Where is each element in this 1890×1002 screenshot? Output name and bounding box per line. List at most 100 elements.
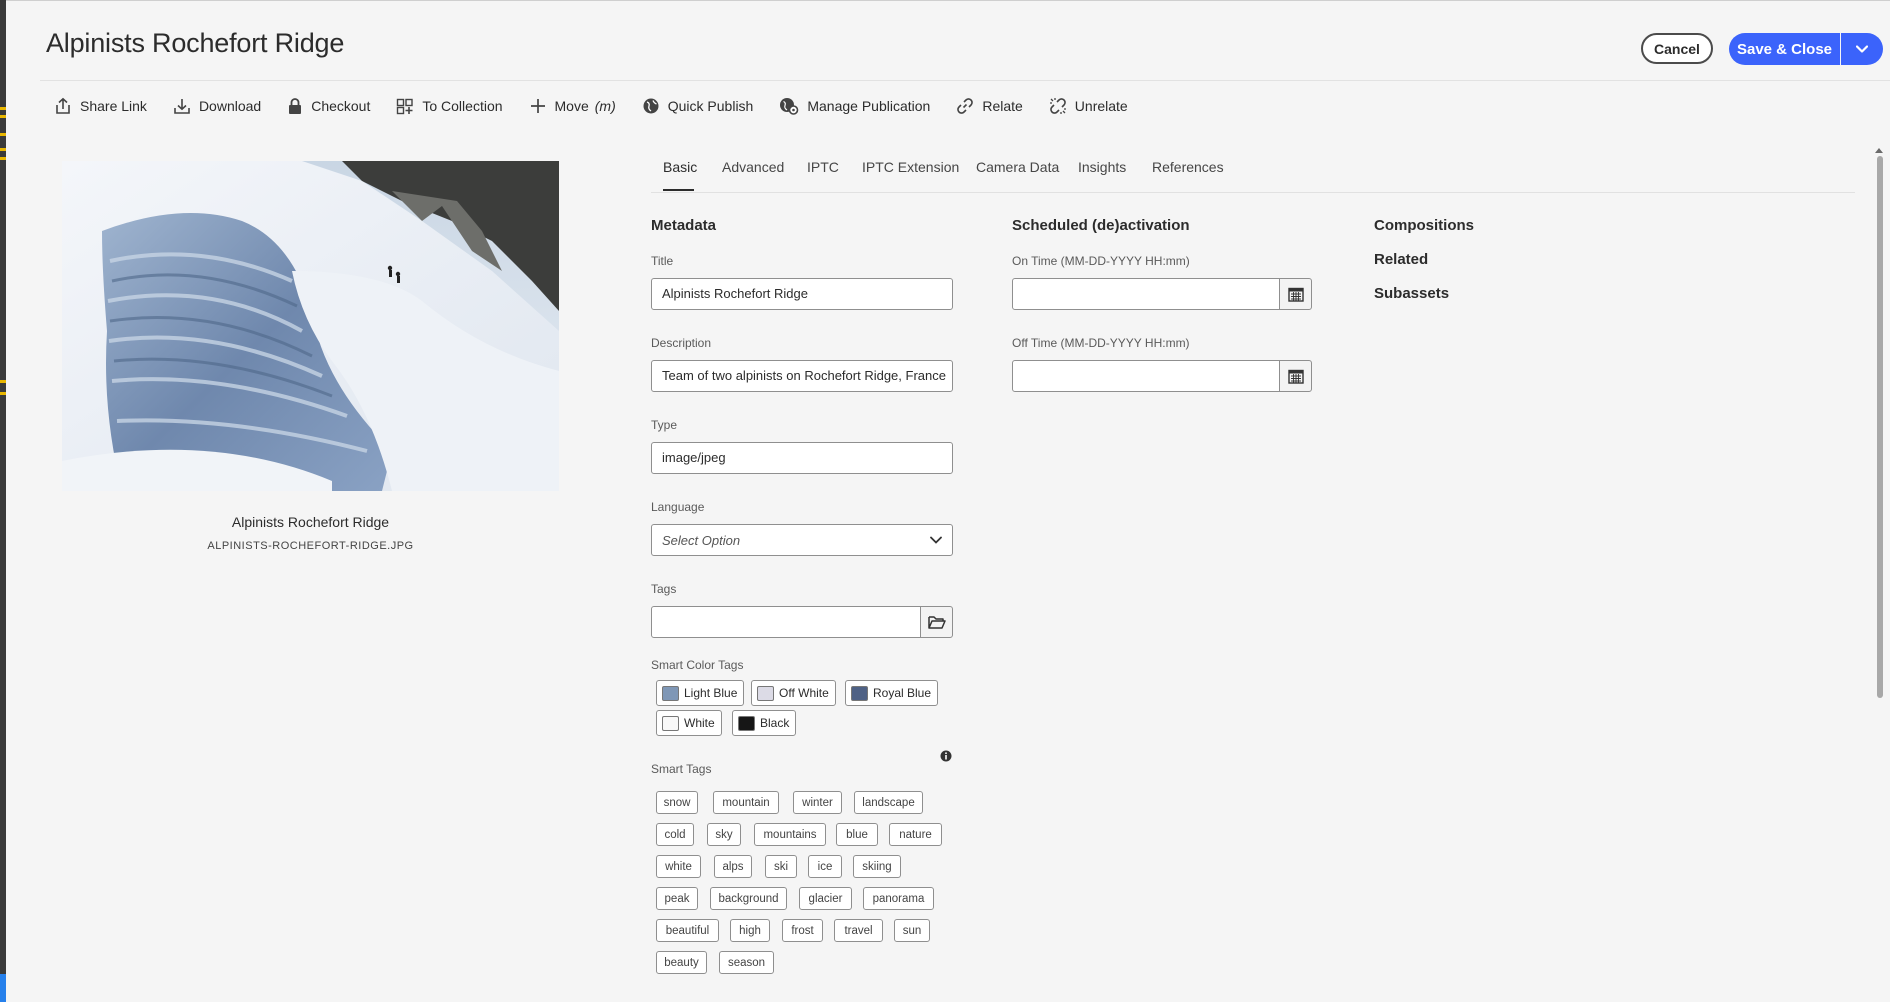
smart-tag: high <box>730 919 770 942</box>
smart-tag: beautiful <box>656 919 719 942</box>
rail-marker <box>0 107 6 110</box>
off-time-calendar-button[interactable] <box>1279 360 1312 392</box>
save-close-button[interactable]: Save & Close <box>1729 33 1840 65</box>
tags-input[interactable] <box>651 606 921 638</box>
rail-marker <box>0 115 6 118</box>
metadata-tabs: Basic Advanced IPTC IPTC Extension Camer… <box>651 150 1855 193</box>
related-link[interactable]: Related <box>1374 251 1428 268</box>
smart-tag: skiing <box>853 855 901 878</box>
scheduled-heading: Scheduled (de)activation <box>1012 217 1190 234</box>
rail-marker <box>0 133 6 136</box>
share-icon <box>56 97 70 114</box>
subassets-link[interactable]: Subassets <box>1374 285 1449 302</box>
tab-iptc[interactable]: IPTC <box>807 159 839 175</box>
title-input[interactable]: Alpinists Rochefort Ridge <box>651 278 953 310</box>
tab-insights[interactable]: Insights <box>1078 159 1126 175</box>
language-placeholder: Select Option <box>662 532 741 548</box>
compositions-link[interactable]: Compositions <box>1374 217 1474 234</box>
manage-publication-label: Manage Publication <box>807 98 931 114</box>
relate-label: Relate <box>982 98 1023 114</box>
color-tag-label: Royal Blue <box>873 686 932 700</box>
checkout-button[interactable]: Checkout <box>287 97 370 115</box>
download-button[interactable]: Download <box>173 97 261 115</box>
smart-tag: ski <box>765 855 797 878</box>
rail-marker <box>0 157 6 160</box>
smart-tag: landscape <box>854 791 923 814</box>
unrelate-button[interactable]: Unrelate <box>1049 97 1128 115</box>
smart-tag: glacier <box>799 887 852 910</box>
tab-iptc-extension[interactable]: IPTC Extension <box>862 159 959 175</box>
smart-tag: alps <box>714 855 752 878</box>
smart-tag: snow <box>656 791 698 814</box>
tab-basic[interactable]: Basic <box>663 159 697 175</box>
on-time-label: On Time (MM-DD-YYYY HH:mm) <box>1012 254 1190 268</box>
relate-button[interactable]: Relate <box>956 97 1023 115</box>
header-divider <box>40 80 1890 81</box>
scrollbar-thumb[interactable] <box>1877 156 1883 698</box>
smart-tag: background <box>710 887 787 910</box>
scroll-up-icon[interactable] <box>1875 148 1883 153</box>
color-swatch <box>851 685 868 701</box>
description-input[interactable]: Team of two alpinists on Rochefort Ridge… <box>651 360 953 392</box>
asset-preview-image <box>62 161 559 491</box>
cancel-button[interactable]: Cancel <box>1641 33 1713 64</box>
chevron-down-icon <box>930 536 942 544</box>
rail-marker <box>0 148 6 151</box>
download-label: Download <box>198 98 262 114</box>
smart-tag: beauty <box>656 951 707 974</box>
color-tag-black: Black <box>732 710 797 736</box>
type-label: Type <box>651 418 678 432</box>
smart-tag: white <box>656 855 701 878</box>
calendar-icon <box>1287 369 1304 384</box>
smart-tags-label: Smart Tags <box>651 762 712 776</box>
tab-advanced[interactable]: Advanced <box>722 159 784 175</box>
smart-tag: panorama <box>863 887 934 910</box>
color-tag-label: White <box>684 716 715 730</box>
quick-publish-button[interactable]: Quick Publish <box>642 97 753 115</box>
top-border <box>0 0 1890 1</box>
smart-tag: mountains <box>754 823 826 846</box>
type-input[interactable]: image/jpeg <box>651 442 953 474</box>
to-collection-button[interactable]: To Collection <box>396 97 503 115</box>
globe-icon <box>643 98 659 114</box>
rail-marker <box>0 380 6 383</box>
smart-tag: season <box>719 951 774 974</box>
rail-marker <box>0 392 6 395</box>
move-label: Move <box>554 98 589 114</box>
color-tag-light-blue: Light Blue <box>656 680 745 706</box>
on-time-calendar-button[interactable] <box>1279 278 1312 310</box>
off-time-label: Off Time (MM-DD-YYYY HH:mm) <box>1012 336 1190 350</box>
smart-tag: sun <box>894 919 930 942</box>
collection-icon <box>397 98 414 115</box>
left-rail <box>0 0 6 1002</box>
tab-camera-data[interactable]: Camera Data <box>976 159 1059 175</box>
language-label: Language <box>651 500 705 514</box>
language-select[interactable]: Select Option <box>651 524 953 556</box>
color-tag-off-white: Off White <box>751 680 836 706</box>
share-link-button[interactable]: Share Link <box>54 97 147 115</box>
title-label: Title <box>651 254 674 268</box>
info-icon[interactable] <box>940 750 952 762</box>
color-tag-label: Off White <box>779 686 829 700</box>
active-tab-indicator <box>663 189 694 191</box>
tags-browse-button[interactable] <box>920 606 953 638</box>
unrelate-label: Unrelate <box>1074 98 1128 114</box>
on-time-input[interactable] <box>1012 278 1280 310</box>
manage-publication-button[interactable]: Manage Publication <box>779 97 930 115</box>
share-link-label: Share Link <box>80 98 147 114</box>
move-icon <box>530 99 545 113</box>
color-tag-label: Black <box>760 716 790 730</box>
save-options-button[interactable] <box>1841 33 1883 65</box>
smart-tag: mountain <box>713 791 779 814</box>
to-collection-label: To Collection <box>422 98 503 114</box>
move-shortcut: (m) <box>594 98 616 114</box>
asset-title: Alpinists Rochefort Ridge <box>231 514 390 530</box>
smart-tag: travel <box>834 919 883 942</box>
lock-icon <box>289 98 302 114</box>
color-swatch <box>757 685 774 701</box>
unlink-icon <box>1049 98 1066 114</box>
download-icon <box>174 99 190 114</box>
move-button[interactable]: Move (m) <box>529 97 616 115</box>
off-time-input[interactable] <box>1012 360 1280 392</box>
tab-references[interactable]: References <box>1152 159 1224 175</box>
